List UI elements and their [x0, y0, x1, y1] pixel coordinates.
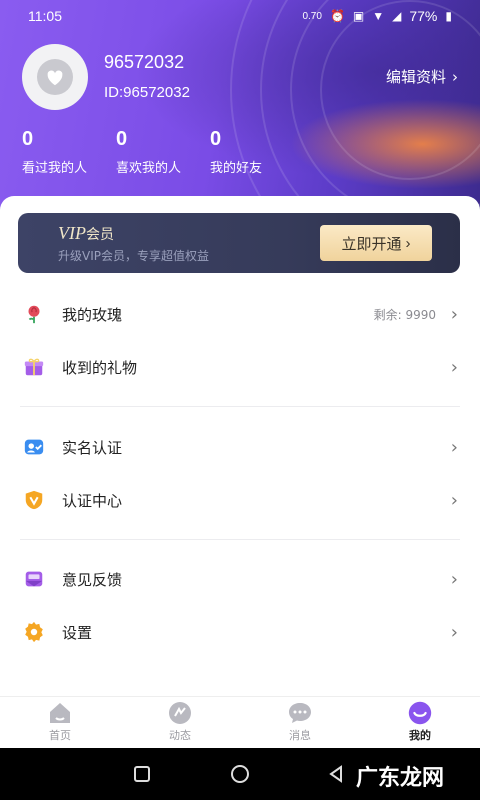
- menu-item-gifts[interactable]: 收到的礼物 ›: [0, 343, 480, 391]
- edit-profile-label: 编辑资料: [385, 68, 446, 86]
- gift-icon: [22, 355, 46, 379]
- menu-label: 我的玫瑰: [62, 305, 123, 324]
- avatar-placeholder-icon: [37, 59, 73, 95]
- stat-liked-me[interactable]: 0 喜欢我的人: [116, 128, 181, 176]
- tab-mine[interactable]: 我的: [380, 701, 460, 743]
- tab-messages[interactable]: 消息: [260, 701, 340, 743]
- menu-label: 意见反馈: [62, 570, 123, 589]
- status-bar: 11:05 0.70 ⏰ ▣ ▼ ◢ 77% ▮: [0, 0, 480, 32]
- tab-label: 消息: [289, 729, 311, 742]
- vip-open-label: 立即开通: [341, 235, 402, 253]
- battery-icon: ▮: [445, 9, 452, 23]
- stat-value: 0: [22, 128, 34, 150]
- rose-icon: [22, 302, 46, 326]
- divider: [20, 406, 460, 407]
- chevron-right-icon: ›: [450, 436, 458, 458]
- chat-icon: [286, 701, 314, 725]
- smile-icon: [406, 701, 434, 725]
- mail-icon: [22, 567, 46, 591]
- edit-profile-button[interactable]: 编辑资料 ›: [386, 66, 458, 87]
- vip-title-text: VIP: [58, 223, 86, 243]
- home-button-icon[interactable]: [230, 764, 250, 788]
- feed-icon: [166, 701, 194, 725]
- chevron-right-icon: ›: [450, 568, 458, 590]
- vip-subtitle: 升级VIP会员，专享超值权益: [58, 249, 209, 263]
- stat-label: 喜欢我的人: [116, 161, 182, 176]
- signal-icon: ◢: [392, 9, 402, 23]
- id-card-icon: [22, 435, 46, 459]
- nfc-icon: ▣: [352, 9, 365, 23]
- system-nav-bar: 广东龙网: [0, 748, 480, 800]
- bottom-tab-bar: 首页 动态 消息 我的: [0, 696, 480, 748]
- divider: [20, 539, 460, 540]
- stat-my-friends[interactable]: 0 我的好友: [210, 128, 262, 176]
- menu-label: 设置: [62, 623, 93, 642]
- gear-icon: [22, 620, 46, 644]
- battery-percent: 77%: [409, 8, 438, 24]
- menu-label: 收到的礼物: [62, 358, 138, 377]
- vip-open-button[interactable]: 立即开通 ›: [320, 225, 432, 261]
- stat-value: 0: [210, 128, 222, 150]
- watermark-text: 广东龙网: [355, 766, 444, 791]
- menu-label: 实名认证: [62, 438, 123, 457]
- chevron-right-icon: ›: [405, 234, 411, 252]
- tab-home[interactable]: 首页: [20, 701, 100, 743]
- avatar[interactable]: [22, 44, 88, 110]
- tab-label: 我的: [409, 729, 431, 742]
- vip-title: VIP会员: [58, 223, 114, 244]
- home-icon: [46, 701, 74, 725]
- chevron-right-icon: ›: [450, 303, 458, 325]
- tab-label: 首页: [49, 729, 71, 742]
- net-speed-text: 0.70: [302, 10, 322, 22]
- tab-label: 动态: [169, 729, 191, 742]
- menu-item-roses[interactable]: 我的玫瑰 剩余: 9990 ›: [0, 290, 480, 338]
- chevron-right-icon: ›: [450, 621, 458, 643]
- chevron-right-icon: ›: [450, 356, 458, 378]
- shield-v-icon: [22, 488, 46, 512]
- stat-value: 0: [116, 128, 128, 150]
- menu-item-verify-center[interactable]: 认证中心 ›: [0, 476, 480, 524]
- stat-viewed-me[interactable]: 0 看过我的人: [22, 128, 87, 176]
- menu-item-feedback[interactable]: 意见反馈 ›: [0, 555, 480, 603]
- chevron-right-icon: ›: [450, 489, 458, 511]
- chevron-right-icon: ›: [452, 67, 458, 86]
- user-id: ID:96572032: [104, 84, 190, 101]
- wifi-icon: ▼: [372, 9, 385, 23]
- menu-item-settings[interactable]: 设置 ›: [0, 608, 480, 656]
- status-time: 11:05: [28, 8, 62, 24]
- stat-label: 我的好友: [210, 161, 263, 176]
- menu-label: 认证中心: [62, 491, 123, 510]
- back-icon[interactable]: [326, 764, 346, 788]
- tab-feed[interactable]: 动态: [140, 701, 220, 743]
- recents-icon[interactable]: [132, 764, 152, 788]
- vip-banner[interactable]: VIP会员 升级VIP会员，专享超值权益 立即开通 ›: [18, 213, 460, 273]
- vip-title-suffix: 会员: [85, 227, 114, 243]
- username: 96572032: [104, 52, 185, 72]
- stat-label: 看过我的人: [22, 161, 88, 176]
- alarm-icon: ⏰: [329, 9, 345, 23]
- roses-remaining: 剩余: 9990: [373, 307, 436, 322]
- menu-item-real-name[interactable]: 实名认证 ›: [0, 423, 480, 471]
